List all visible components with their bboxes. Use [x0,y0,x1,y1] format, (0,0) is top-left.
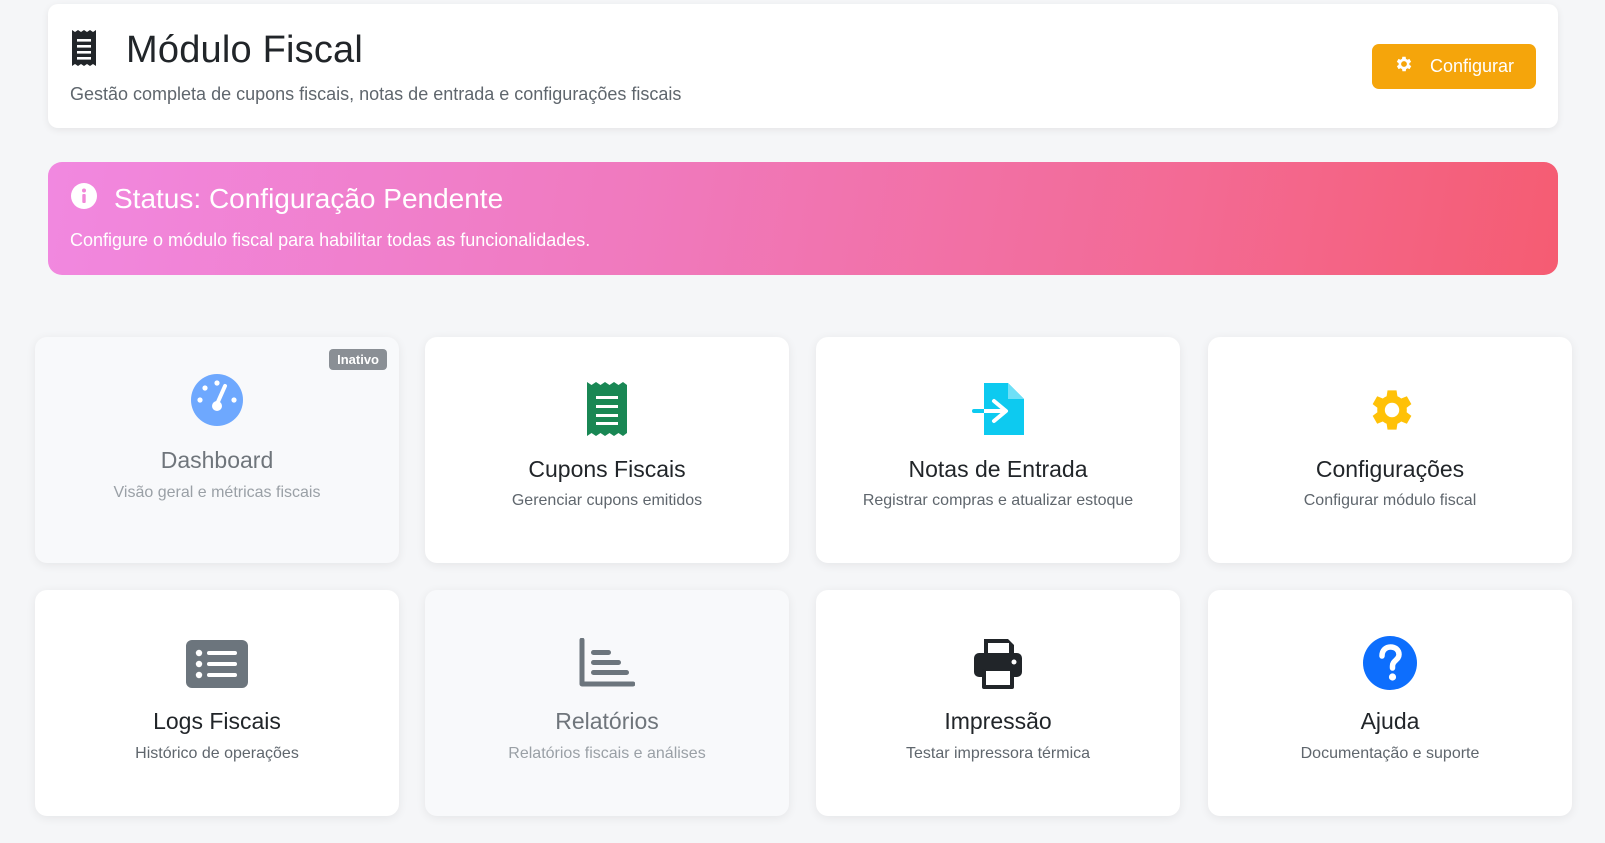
card-description: Configurar módulo fiscal [1303,492,1477,509]
card-description: Relatórios fiscais e análises [508,745,706,762]
speedometer-icon [35,373,399,427]
info-icon [70,182,98,215]
status-banner: Status: Configuração Pendente Configure … [48,162,1558,275]
configure-button[interactable]: Configurar [1372,44,1536,89]
card-dashboard[interactable]: Inativo Dashboard Visão geral e métricas… [35,337,399,563]
page-title: Módulo Fiscal [126,29,364,71]
page-subtitle: Gestão completa de cupons fiscais, notas… [70,84,682,104]
status-title-row: Status: Configuração Pendente [70,182,503,215]
card-description: Histórico de operações [135,745,299,762]
card-description: Testar impressora térmica [905,745,1091,762]
card-logs-fiscais[interactable]: Logs Fiscais Histórico de operações [35,590,399,816]
bar-chart-icon [425,638,789,688]
card-title: Configurações [1315,456,1465,482]
card-impressao[interactable]: Impressão Testar impressora térmica [816,590,1180,816]
header-card: Módulo Fiscal Gestão completa de cupons … [48,4,1558,128]
status-title: Status: Configuração Pendente [114,182,504,214]
card-title: Logs Fiscais [153,708,281,734]
card-ajuda[interactable]: Ajuda Documentação e suporte [1208,590,1572,816]
card-relatorios[interactable]: Relatórios Relatórios fiscais e análises [425,590,789,816]
card-title: Cupons Fiscais [528,456,686,482]
card-title: Impressão [944,708,1052,734]
card-title: Ajuda [1360,708,1420,734]
gear-icon [1394,54,1430,79]
card-description: Registrar compras e atualizar estoque [862,492,1134,509]
receipt-icon [425,381,789,437]
card-description: Gerenciar cupons emitidos [511,492,703,509]
card-title: Notas de Entrada [908,456,1088,482]
card-description: Visão geral e métricas fiscais [113,484,321,501]
header-title-row: Módulo Fiscal [70,28,363,73]
card-description: Documentação e suporte [1300,745,1480,762]
card-title: Dashboard [160,447,274,473]
gear-icon [1208,383,1572,437]
question-circle-icon [1208,635,1572,691]
status-message: Configure o módulo fiscal para habilitar… [70,230,591,250]
card-configuracoes[interactable]: Configurações Configurar módulo fiscal [1208,337,1572,563]
card-cupons-fiscais[interactable]: Cupons Fiscais Gerenciar cupons emitidos [425,337,789,563]
card-title: Relatórios [555,708,659,734]
printer-icon [816,635,1180,691]
card-notas-de-entrada[interactable]: Notas de Entrada Registrar compras e atu… [816,337,1180,563]
receipt-icon [70,28,98,73]
list-icon [35,640,399,688]
status-badge: Inativo [329,349,387,370]
configure-button-label: Configurar [1429,56,1515,76]
file-import-icon [816,381,1180,437]
